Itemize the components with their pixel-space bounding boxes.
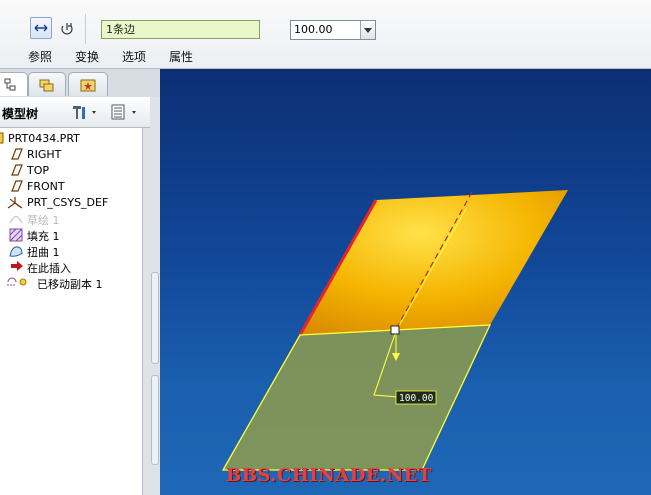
model-tree-tab[interactable] [0, 72, 28, 96]
distance-value: 100.00 [294, 23, 333, 36]
toolbar-divider [85, 14, 86, 44]
watermark: BBS.CHINADE.NET [226, 465, 432, 486]
rotate-mode-button[interactable] [55, 17, 77, 39]
graphics-window[interactable]: 100.00 [160, 69, 651, 495]
panel-splitter[interactable] [150, 97, 160, 495]
folder-stack-icon [39, 79, 54, 92]
drag-handle[interactable] [390, 325, 400, 335]
insert-here-arrow-icon [11, 261, 23, 271]
model-tree-icon [4, 78, 16, 91]
model-tree-header: 模型树 [0, 97, 150, 128]
chevron-down-icon[interactable] [360, 21, 375, 39]
translate-arrow-icon [34, 24, 48, 32]
reference-collector-field[interactable]: 1条边 [101, 20, 260, 39]
favorites-tab[interactable] [68, 72, 108, 96]
tab-references[interactable]: 参照 [28, 48, 52, 65]
settings-tools-icon[interactable] [70, 103, 100, 121]
sketch-icon [9, 215, 23, 224]
dimension-label[interactable]: 100.00 [399, 393, 434, 404]
folder-browser-tab[interactable] [28, 72, 66, 96]
coordinate-system-icon [7, 197, 23, 209]
datum-plane-icon [11, 164, 23, 176]
favorites-folder-icon [80, 79, 96, 92]
navigator-panel: 模型树 PRT0434.PRT RIGHT TOP FRONT PRT_CSYS… [0, 69, 160, 495]
fill-icon [9, 228, 23, 242]
translate-mode-button[interactable] [30, 17, 52, 39]
show-list-icon[interactable] [110, 103, 142, 121]
moved-copy-preview[interactable] [221, 324, 492, 471]
model-geometry: 100.00 [221, 190, 568, 471]
warp-icon [9, 246, 23, 257]
splitter-grip-lower[interactable] [151, 375, 159, 465]
splitter-grip-upper[interactable] [151, 272, 159, 364]
navigator-tab-strip [0, 69, 160, 97]
tab-options[interactable]: 选项 [122, 48, 146, 65]
model-tree-title: 模型树 [2, 107, 39, 121]
datum-plane-icon [11, 180, 23, 192]
tab-transformations[interactable]: 变换 [75, 48, 99, 65]
datum-plane-icon [11, 148, 23, 160]
distance-value-combo[interactable]: 100.00 [290, 20, 376, 40]
tab-properties[interactable]: 属性 [169, 48, 193, 65]
move-feature-dashboard: 1条边 100.00 参照 变换 选项 属性 [0, 0, 651, 69]
rotate-icon [61, 23, 73, 35]
model-tree-list: PRT0434.PRT RIGHT TOP FRONT PRT_CSYS_DEF… [0, 128, 143, 495]
moved-copy-icon [7, 277, 27, 286]
part-icon [0, 132, 4, 144]
